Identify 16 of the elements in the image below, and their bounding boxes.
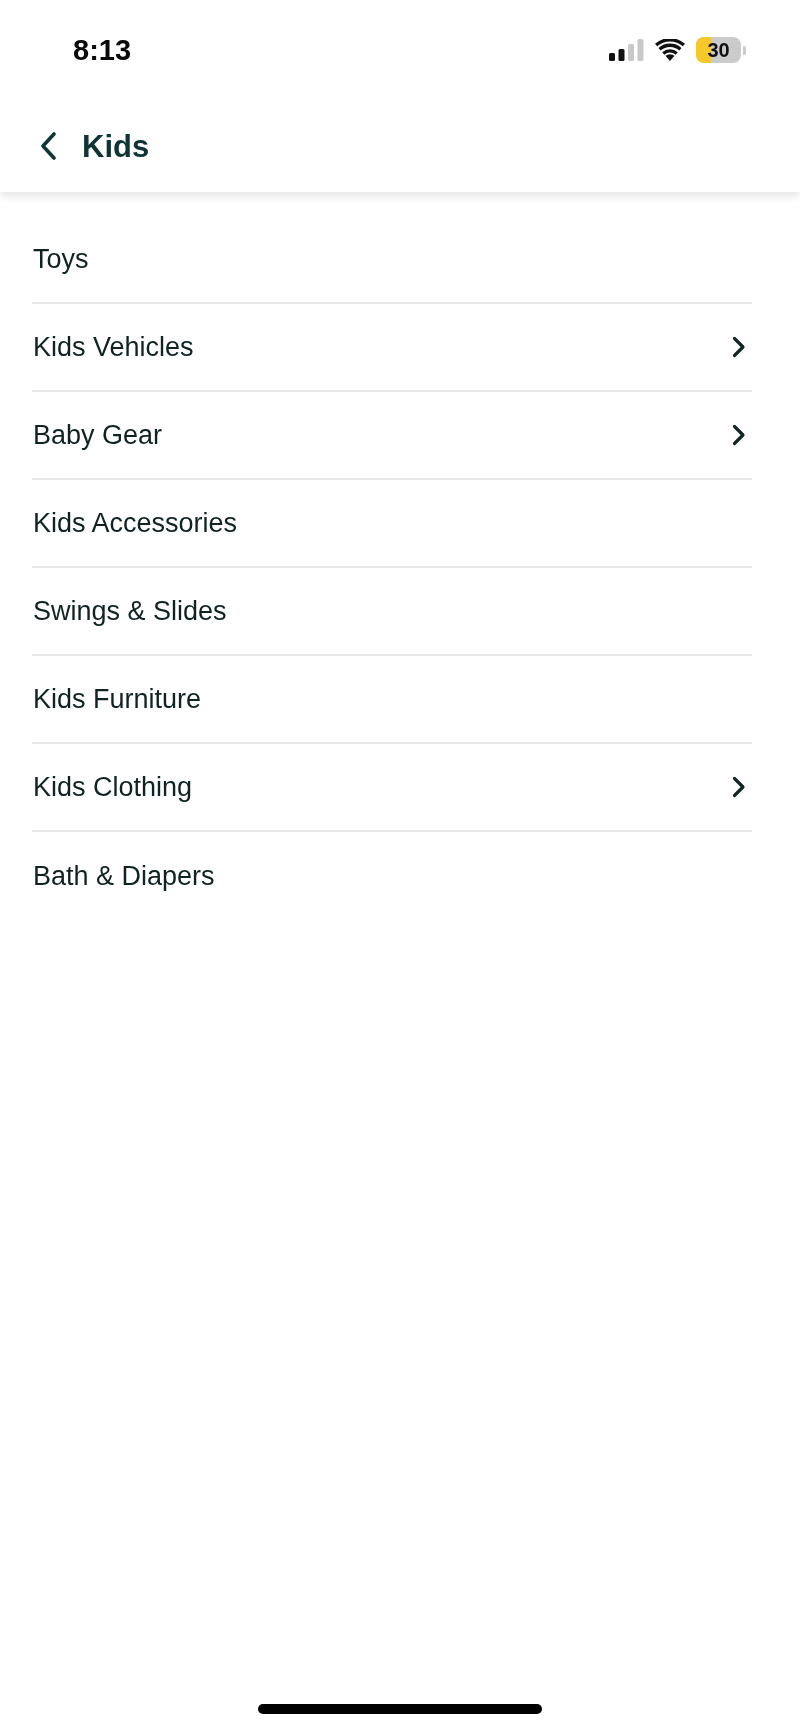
- category-item[interactable]: Kids Clothing: [32, 744, 752, 832]
- category-item[interactable]: Kids Vehicles: [32, 304, 752, 392]
- chevron-right-icon: [732, 336, 746, 358]
- chevron-right-icon: [732, 776, 746, 798]
- signal-icon: [609, 39, 644, 61]
- wifi-icon: [655, 39, 685, 61]
- category-item[interactable]: Toys: [32, 216, 752, 304]
- category-item[interactable]: Kids Furniture: [32, 656, 752, 744]
- status-time: 8:13: [73, 35, 132, 65]
- category-item[interactable]: Kids Accessories: [32, 480, 752, 568]
- chevron-left-icon: [40, 132, 56, 160]
- category-item[interactable]: Swings & Slides: [32, 568, 752, 656]
- chevron-right-icon: [732, 424, 746, 446]
- category-item[interactable]: Baby Gear: [32, 392, 752, 480]
- category-item[interactable]: Bath & Diapers: [32, 832, 752, 920]
- page-title: Kids: [82, 130, 150, 162]
